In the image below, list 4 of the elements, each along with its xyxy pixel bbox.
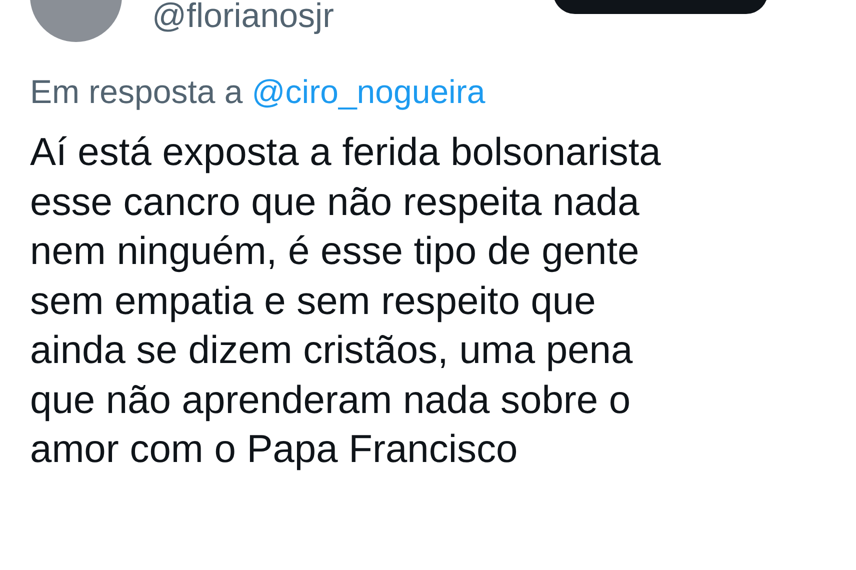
tweet-text: Aí está exposta a ferida bolsonarista esse cancro que não respeita nada nem ninguém, é esse tipo de gente sem empatia e sem respeito que ainda se dizem cristãos, uma pena que não aprenderam nada sobre o amor com o Papa Francisco [30, 130, 662, 473]
reply-label: Em resposta a [30, 73, 243, 110]
user-handle: @florianosjr [152, 0, 334, 36]
mention-link[interactable]: @ciro_nogueira [252, 73, 486, 110]
